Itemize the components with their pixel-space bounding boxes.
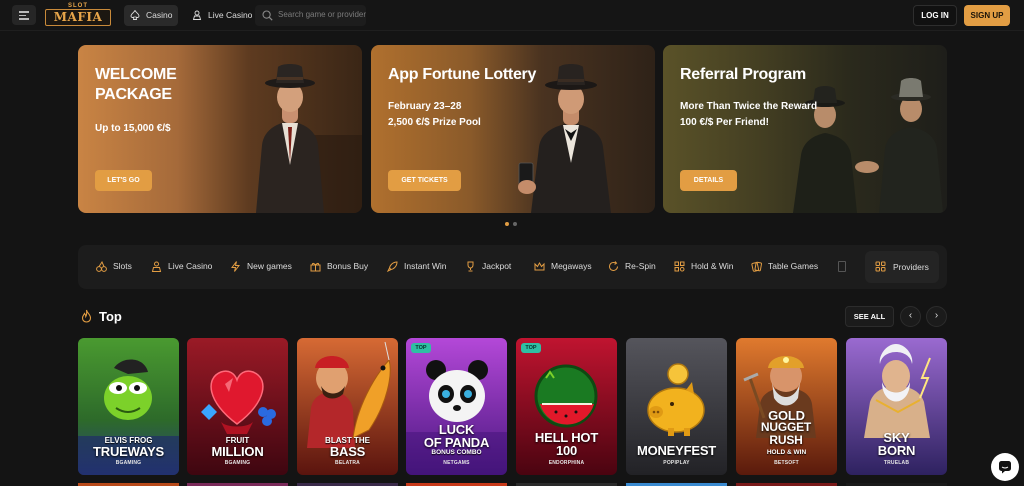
top-badge: TOP [521, 343, 541, 353]
game-provider: NETGAMS [443, 460, 470, 466]
banner-referral-line-1: More Than Twice the Reward [680, 101, 818, 112]
next-arrow-button[interactable]: › [926, 306, 947, 327]
search-input[interactable]: Search game or provider [255, 5, 366, 26]
game-tile-hell-hot-100[interactable]: TOP HELL HOT 100 ENDORPHINA [516, 338, 617, 475]
banner-welcome-title: WELCOME PACKAGE [95, 66, 177, 103]
banner-referral-title: Referral Program [680, 66, 806, 83]
signup-button[interactable]: SIGN UP [964, 5, 1010, 26]
lets-go-button[interactable]: LET'S GO [95, 170, 152, 191]
search-placeholder: Search game or provider [278, 10, 367, 19]
crown-icon [534, 261, 545, 271]
category-bar: Slots Live Casino New games Bonus Buy In… [78, 245, 947, 289]
cards-icon [751, 261, 762, 272]
category-label: Slots [113, 261, 132, 271]
nav-live-casino-tab[interactable]: Live Casino [186, 5, 252, 26]
game-tile-elvis-frog[interactable]: ELVIS FROG TRUEWAYS BGAMING [78, 338, 179, 475]
game-provider: POPIPLAY [663, 460, 690, 466]
category-label: Instant Win [404, 261, 447, 271]
respin-icon [609, 261, 618, 271]
game-title-main: BASS [329, 444, 366, 459]
banner-lottery-line-2: 2,500 €/$ Prize Pool [388, 117, 481, 128]
providers-label: Providers [893, 262, 929, 272]
grid-icon [875, 261, 886, 272]
game-provider: BETSOFT [774, 460, 799, 466]
logo[interactable]: SLOT MAFIA [45, 3, 111, 27]
category-label: Table Games [768, 261, 819, 271]
carousel-pagination [505, 222, 519, 226]
category-label: Live Casino [168, 261, 213, 271]
game-tile-sky-born[interactable]: SKY BORN TRUELAB [846, 338, 947, 475]
game-title-main: MILLION [211, 444, 264, 459]
category-overflow-icon[interactable] [838, 261, 846, 272]
hamburger-menu-button[interactable] [12, 5, 36, 25]
carousel-dot-active[interactable] [505, 222, 509, 226]
details-button[interactable]: DETAILS [680, 170, 737, 191]
game-subtitle: BONUS COMBO [431, 449, 482, 456]
category-label: Jackpot [482, 261, 512, 271]
banner-lottery-title: App Fortune Lottery [388, 66, 537, 83]
dealer-icon [151, 261, 162, 272]
top-badge: TOP [411, 343, 431, 353]
login-button[interactable]: LOG IN [913, 5, 957, 26]
prev-arrow-button[interactable]: ‹ [900, 306, 921, 327]
spade-icon [130, 10, 140, 20]
grid-icon [674, 261, 685, 272]
game-provider: ENDORPHINA [548, 460, 585, 466]
game-provider: BELATRA [335, 460, 360, 466]
banner-referral-program[interactable]: Referral Program More Than Twice the Rew… [663, 45, 947, 213]
nav-casino-label: Casino [146, 10, 173, 20]
banner-lottery-line-1: February 23–28 [388, 101, 462, 112]
dealer-icon [192, 10, 202, 20]
gift-icon [310, 262, 321, 272]
category-label: Megaways [551, 261, 592, 271]
chevron-right-icon: › [934, 310, 939, 321]
game-title-main: NUGGET RUSH [760, 420, 812, 447]
chat-widget-button[interactable] [991, 453, 1019, 481]
category-label: Re-Spin [625, 261, 656, 271]
category-label: Bonus Buy [327, 261, 369, 271]
cherries-icon [96, 261, 107, 272]
search-icon [262, 10, 273, 21]
section-title-top: Top [99, 309, 122, 324]
chevron-left-icon: ‹ [908, 310, 913, 321]
game-tile-luck-of-panda[interactable]: TOP LUCK OF PANDA BONUS COMBO NETGAMS [406, 338, 507, 475]
category-label: Hold & Win [691, 261, 734, 271]
top-header: SLOT MAFIA Casino Live Casino Search gam… [0, 0, 1024, 31]
game-tile-fruit-million[interactable]: FRUIT MILLION BGAMING [187, 338, 288, 475]
category-label: New games [247, 261, 292, 271]
game-tile-blast-the-bass[interactable]: BLAST THE BASS BELATRA [297, 338, 398, 475]
rocket-icon [387, 261, 398, 272]
game-title-main: TRUEWAYS [93, 444, 164, 459]
banner-welcome-subtitle: Up to 15,000 €/$ [95, 123, 171, 134]
banner-welcome-package[interactable]: WELCOME PACKAGE Up to 15,000 €/$ LET'S G… [78, 45, 362, 213]
providers-button[interactable]: Providers [865, 251, 939, 283]
nav-live-casino-label: Live Casino [208, 10, 253, 20]
game-tile-gold-nugget-rush[interactable]: GOLD NUGGET RUSH HOLD & WIN BETSOFT [736, 338, 837, 475]
game-provider: BGAMING [224, 460, 251, 466]
game-title-main: OF PANDA [423, 435, 490, 450]
game-provider: TRUELAB [883, 460, 910, 466]
game-provider: BGAMING [115, 460, 142, 466]
game-tile-moneyfest[interactable]: MONEYFEST POPIPLAY [626, 338, 727, 475]
flame-icon [81, 309, 92, 323]
trophy-icon [467, 261, 474, 272]
game-title-number: 100 [555, 443, 578, 458]
carousel-dot[interactable] [513, 222, 517, 226]
see-all-button[interactable]: SEE ALL [845, 306, 894, 327]
lightning-icon [231, 261, 240, 272]
get-tickets-button[interactable]: GET TICKETS [388, 170, 461, 191]
logo-main-text: MAFIA [45, 9, 111, 26]
game-subtitle: HOLD & WIN [766, 449, 807, 456]
banner-app-fortune-lottery[interactable]: App Fortune Lottery February 23–28 2,500… [371, 45, 655, 213]
nav-casino-tab[interactable]: Casino [124, 5, 178, 26]
banner-referral-line-2: 100 €/$ Per Friend! [680, 117, 769, 128]
game-title-second: BORN [877, 443, 916, 458]
chat-icon [999, 461, 1011, 474]
game-title-main: MONEYFEST [636, 443, 717, 458]
